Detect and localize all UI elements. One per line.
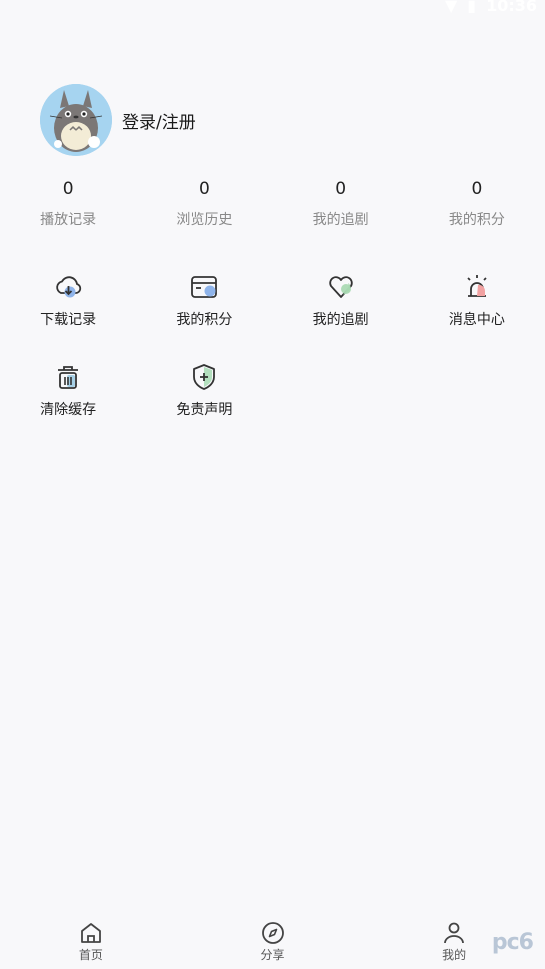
stat-label: 浏览历史 bbox=[176, 212, 233, 228]
stat-label: 我的追剧 bbox=[312, 212, 369, 228]
tools-row-2: 清除缓存 免责声明 bbox=[0, 362, 545, 419]
stat-my-follow[interactable]: 0 我的追剧 bbox=[273, 178, 409, 229]
tool-label: 消息中心 bbox=[448, 312, 505, 328]
trash-icon bbox=[58, 366, 79, 389]
stats-row: 0 播放记录 0 浏览历史 0 我的追剧 0 我的积分 bbox=[0, 178, 545, 229]
tool-my-points[interactable]: 我的积分 bbox=[136, 272, 272, 329]
card-icon bbox=[191, 276, 218, 298]
tool-label: 免责声明 bbox=[176, 402, 233, 418]
tab-home[interactable]: 首页 bbox=[0, 916, 182, 969]
cloud-download-icon bbox=[56, 276, 82, 298]
status-bar: ▼ ▮ 10:36 bbox=[0, 0, 545, 22]
stat-browse-history[interactable]: 0 浏览历史 bbox=[136, 178, 272, 229]
tool-message-center[interactable]: 消息中心 bbox=[409, 272, 545, 329]
tab-share[interactable]: 分享 bbox=[182, 916, 364, 969]
login-register-link[interactable]: 登录/注册 bbox=[122, 108, 196, 133]
home-icon bbox=[80, 923, 101, 943]
tool-label: 下载记录 bbox=[40, 312, 97, 328]
watermark-logo: pc6 bbox=[491, 930, 534, 955]
tab-label: 分享 bbox=[260, 948, 285, 962]
tool-clear-cache[interactable]: 清除缓存 bbox=[0, 362, 136, 419]
stat-play-record[interactable]: 0 播放记录 bbox=[0, 178, 136, 229]
wifi-icon: ▼ bbox=[444, 0, 458, 15]
tool-label: 我的积分 bbox=[176, 312, 233, 328]
battery-icon: ▮ bbox=[467, 0, 477, 15]
tools-row-1: 下载记录 我的积分 我的追剧 消息中心 bbox=[0, 272, 545, 329]
compass-icon bbox=[261, 922, 284, 944]
tool-my-follow[interactable]: 我的追剧 bbox=[273, 272, 409, 329]
stat-value: 0 bbox=[198, 179, 210, 199]
stat-my-points[interactable]: 0 我的积分 bbox=[409, 178, 545, 229]
bottom-tab-bar: 首页 分享 我的 bbox=[0, 916, 545, 969]
tool-disclaimer[interactable]: 免责声明 bbox=[136, 362, 272, 419]
avatar[interactable] bbox=[40, 84, 112, 156]
stat-value: 0 bbox=[471, 179, 483, 199]
tool-label: 我的追剧 bbox=[312, 312, 369, 328]
tool-label: 清除缓存 bbox=[40, 402, 97, 418]
stat-label: 我的积分 bbox=[448, 212, 505, 228]
tab-label: 首页 bbox=[78, 948, 103, 962]
stat-label: 播放记录 bbox=[40, 212, 97, 228]
status-time: 10:36 bbox=[486, 0, 537, 15]
tool-download-record[interactable]: 下载记录 bbox=[0, 272, 136, 329]
profile-header[interactable]: 登录/注册 bbox=[40, 84, 196, 156]
alarm-icon bbox=[467, 275, 487, 297]
stat-value: 0 bbox=[335, 179, 347, 199]
shield-icon bbox=[193, 364, 216, 390]
stat-value: 0 bbox=[62, 179, 74, 199]
heart-icon bbox=[328, 276, 353, 298]
person-icon bbox=[444, 922, 465, 944]
